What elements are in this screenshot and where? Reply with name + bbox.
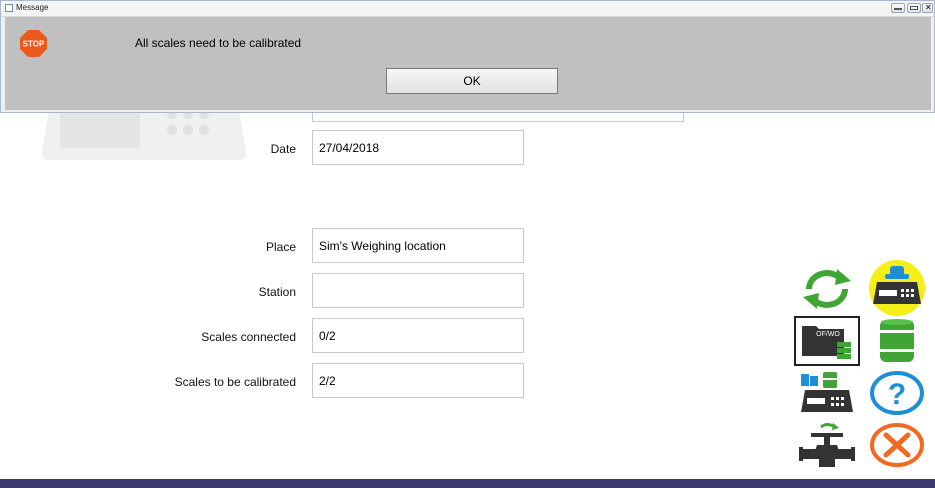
dialog-body: STOP All scales need to be calibrated OK [5,17,931,110]
dialog-titlebar: Message ✕ [1,1,934,17]
help-button[interactable]: ? [864,368,930,418]
scale-with-containers-button[interactable] [794,368,860,418]
help-glyph: ? [888,378,906,411]
barrel-button[interactable] [864,316,930,366]
place-field[interactable]: Sim's Weighing location [312,228,524,263]
minimize-button[interactable] [891,3,905,13]
valve-icon [799,423,855,467]
stop-text: STOP [23,40,45,49]
scale-highlighted-button[interactable] [864,260,930,316]
maximize-button[interactable] [907,3,921,13]
ok-button[interactable]: OK [386,68,558,94]
close-icon: ✕ [925,3,932,12]
date-field[interactable]: 27/04/2018 [312,130,524,165]
place-label: Place [265,240,296,254]
folder-of-wo-icon: OF/WO [794,316,860,366]
help-icon: ? [870,371,924,415]
cancel-icon [870,423,924,467]
stop-icon: STOP [20,30,47,57]
dialog-message: All scales need to be calibrated [135,36,302,50]
scales-calibrate-label: Scales to be calibrated [174,375,296,389]
valve-button[interactable] [794,420,860,470]
bottom-bar [0,479,935,488]
refresh-button[interactable] [794,264,860,314]
scale-highlighted-icon [869,260,925,316]
scales-calibrate-field[interactable]: 2/2 [312,363,524,398]
scale-with-containers-icon [801,372,853,412]
barrel-icon [880,319,914,362]
folder-of-wo-button[interactable]: OF/WO [794,316,860,366]
station-field[interactable] [312,273,524,308]
cancel-button[interactable] [864,420,930,470]
date-label: Date [270,142,296,156]
scales-connected-field[interactable]: 0/2 [312,318,524,353]
message-dialog: Message ✕ STOP All scales need to be cal… [0,0,935,113]
scales-connected-label: Scales connected [201,330,296,344]
folder-text: OF/WO [816,331,840,338]
station-label: Station [258,285,296,299]
dialog-title: Message [16,3,49,12]
refresh-icon [803,269,851,309]
window-icon [5,4,13,12]
close-button[interactable]: ✕ [922,3,933,13]
